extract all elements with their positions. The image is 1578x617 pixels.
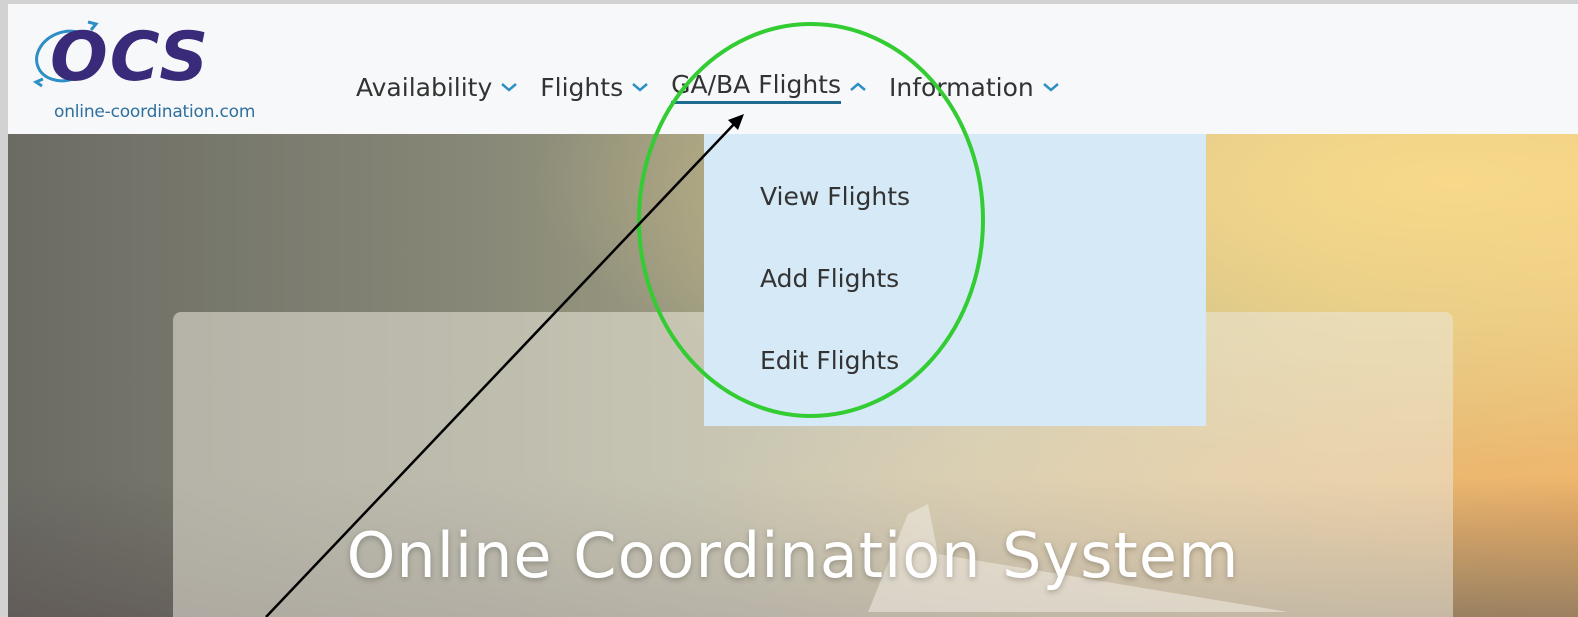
- ocs-logo-graphic: OCS: [32, 18, 210, 97]
- dropdown-item-edit-flights[interactable]: Edit Flights: [760, 346, 899, 375]
- dropdown-item-view-flights[interactable]: View Flights: [760, 182, 910, 211]
- site-header: OCS online-coordination.com Availability…: [8, 4, 1578, 134]
- browser-viewport: OCS online-coordination.com Availability…: [8, 4, 1578, 617]
- nav-label: Flights: [540, 72, 624, 102]
- chevron-down-icon: [501, 83, 518, 92]
- nav-label: GA/BA Flights: [671, 70, 842, 104]
- nav-item-availability[interactable]: Availability: [356, 73, 518, 102]
- nav-label: Information: [889, 72, 1034, 102]
- logo-wordmark: OCS: [50, 18, 210, 94]
- nav-item-information[interactable]: Information: [889, 73, 1060, 102]
- dropdown-item-add-flights[interactable]: Add Flights: [760, 264, 899, 293]
- nav-label: Availability: [356, 72, 493, 102]
- ocs-logo[interactable]: OCS online-coordination.com: [28, 14, 308, 124]
- logo-domain-text: online-coordination.com: [54, 102, 256, 122]
- chevron-up-icon: [850, 82, 866, 91]
- hero-title: Online Coordination System: [346, 519, 1240, 592]
- ga-ba-flights-dropdown: View Flights Add Flights Edit Flights: [704, 134, 1206, 426]
- nav-item-flights[interactable]: Flights: [540, 73, 649, 102]
- chevron-down-icon: [1042, 83, 1059, 92]
- nav-item-ga-ba-flights[interactable]: GA/BA Flights: [671, 70, 867, 104]
- chevron-down-icon: [632, 83, 648, 92]
- main-nav: Availability Flights GA/BA Flights Infor…: [356, 70, 1082, 104]
